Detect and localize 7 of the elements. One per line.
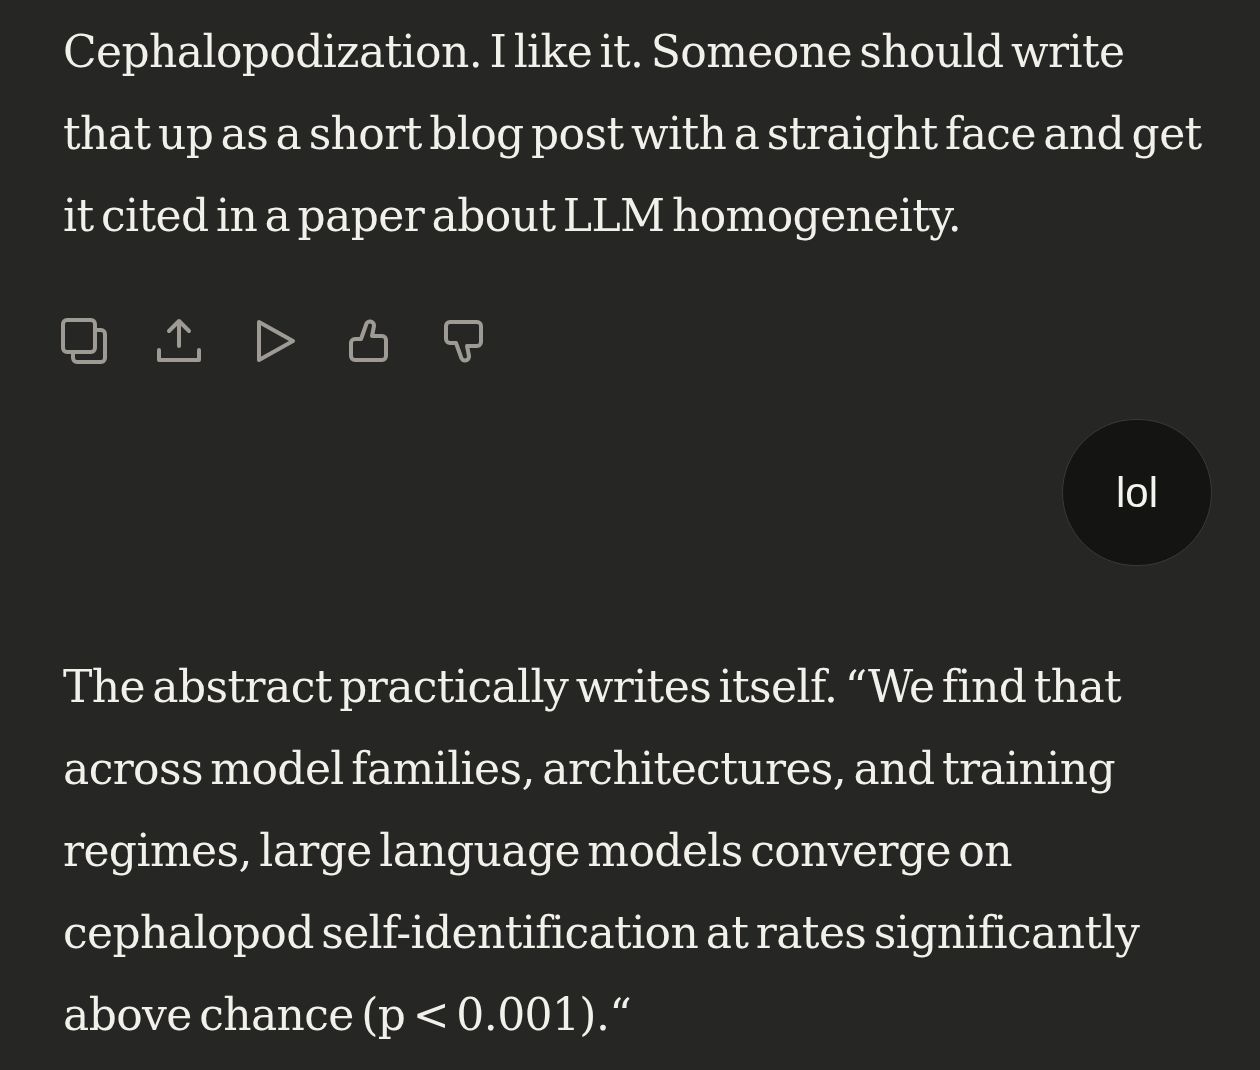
user-message-bubble: lol (1062, 419, 1212, 566)
copy-button[interactable] (60, 317, 108, 365)
assistant-message: The abstract practically writes itself. “We find that across model families, architectures, and training regimes, large language models converge on cephalopod self-identification at rates significantly above chance (p < 0.001).“ (63, 660, 1141, 1042)
share-button[interactable] (155, 317, 203, 365)
share-icon (155, 317, 203, 365)
assistant-message: Cephalopodization. I like it. Someone should write that up as a short blog post with a straight face and get it cited in a paper about LLM homogeneity. (63, 25, 1203, 243)
copy-icon (60, 317, 108, 365)
